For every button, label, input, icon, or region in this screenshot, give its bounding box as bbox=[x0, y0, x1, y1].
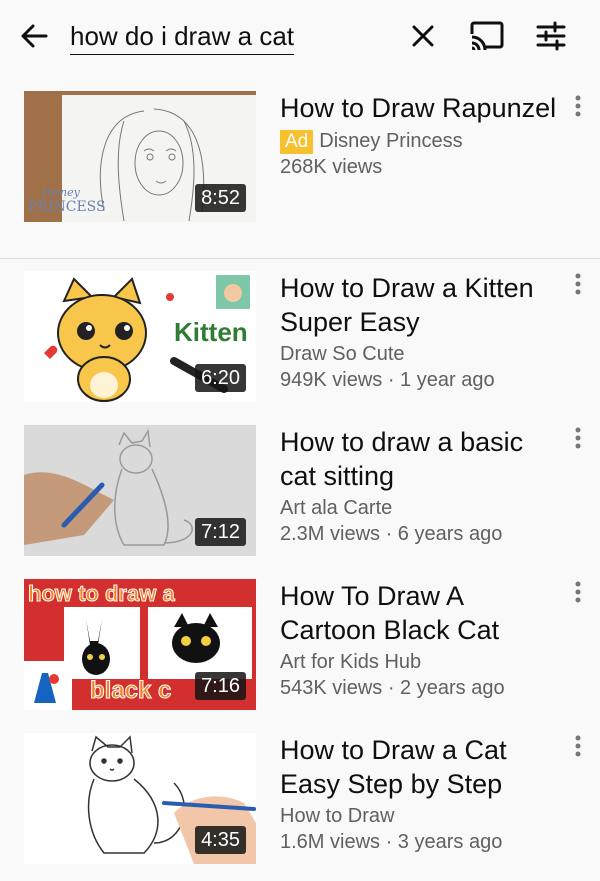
video-stats: 268K views bbox=[280, 156, 383, 178]
more-options-icon[interactable] bbox=[570, 425, 586, 455]
thumbnail-caption: Kitten bbox=[174, 317, 248, 347]
video-stats: 543K views · 2 years ago bbox=[280, 677, 505, 699]
channel-name: Art ala Carte bbox=[280, 497, 393, 519]
search-query-field[interactable]: how do i draw a cat bbox=[70, 18, 295, 55]
video-result[interactable]: 7:12 How to draw a basic cat sitting Art… bbox=[0, 425, 600, 565]
arrow-back-icon[interactable] bbox=[16, 18, 52, 54]
video-duration: 7:12 bbox=[195, 518, 246, 546]
video-duration: 4:35 bbox=[195, 826, 246, 854]
thumbnail-caption-bottom: black c bbox=[89, 677, 172, 705]
disney-princess-logo: Disney PRINCESS bbox=[28, 186, 106, 216]
video-result[interactable]: Disney PRINCESS 8:52 How to Draw Rapunze… bbox=[0, 91, 600, 231]
video-result[interactable]: how to draw a black c 7:16 How To Draw A… bbox=[0, 579, 600, 719]
more-options-icon[interactable] bbox=[570, 271, 586, 301]
video-stats: 1.6M views · 3 years ago bbox=[280, 831, 503, 853]
video-title[interactable]: How to Draw Rapunzel bbox=[280, 91, 560, 125]
more-options-icon[interactable] bbox=[570, 579, 586, 609]
video-title[interactable]: How To Draw A Cartoon Black Cat bbox=[280, 579, 560, 647]
video-thumbnail[interactable]: Disney PRINCESS 8:52 bbox=[24, 91, 256, 222]
video-stats: 2.3M views · 6 years ago bbox=[280, 523, 503, 545]
ad-badge: Ad bbox=[280, 130, 314, 154]
video-duration: 7:16 bbox=[195, 672, 246, 700]
video-result[interactable]: 4:35 How to Draw a Cat Easy Step by Step… bbox=[0, 733, 600, 873]
more-options-icon[interactable] bbox=[570, 733, 586, 763]
video-thumbnail[interactable]: how to draw a black c 7:16 bbox=[24, 579, 256, 710]
cast-icon[interactable] bbox=[468, 18, 506, 54]
more-options-icon[interactable] bbox=[570, 93, 586, 123]
search-header: how do i draw a cat bbox=[0, 0, 600, 70]
channel-name: Disney Princess bbox=[319, 130, 463, 152]
tune-filter-icon[interactable] bbox=[533, 18, 569, 54]
video-thumbnail[interactable]: 4:35 bbox=[24, 733, 256, 864]
channel-name: Draw So Cute bbox=[280, 343, 405, 365]
video-thumbnail[interactable]: 7:12 bbox=[24, 425, 256, 556]
section-divider bbox=[0, 258, 600, 259]
thumbnail-caption-top: how to draw a bbox=[28, 581, 176, 607]
video-stats: 949K views · 1 year ago bbox=[280, 369, 495, 391]
video-result[interactable]: Kitten 6:20 How to Draw a Kitten Super E… bbox=[0, 271, 600, 411]
channel-name: Art for Kids Hub bbox=[280, 651, 422, 673]
video-duration: 8:52 bbox=[195, 184, 246, 212]
video-title[interactable]: How to Draw a Cat Easy Step by Step bbox=[280, 733, 560, 801]
close-icon[interactable] bbox=[405, 18, 441, 54]
channel-name: How to Draw bbox=[280, 805, 395, 827]
video-title[interactable]: How to draw a basic cat sitting bbox=[280, 425, 560, 493]
video-thumbnail[interactable]: Kitten 6:20 bbox=[24, 271, 256, 402]
video-title[interactable]: How to Draw a Kitten Super Easy bbox=[280, 271, 560, 339]
video-duration: 6:20 bbox=[195, 364, 246, 392]
